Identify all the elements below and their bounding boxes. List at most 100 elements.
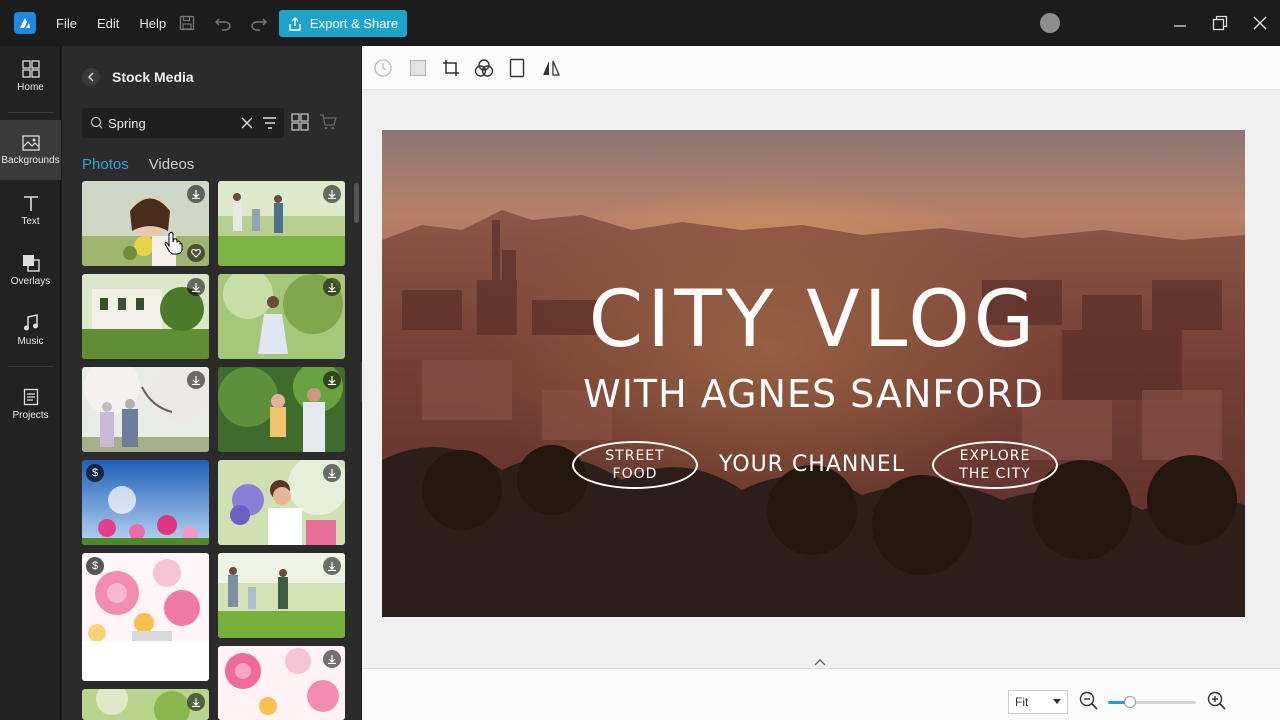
canvas-title[interactable]: CITY VLOG bbox=[382, 275, 1245, 365]
dollar-icon: $ bbox=[86, 557, 104, 575]
export-share-button[interactable]: Export & Share bbox=[279, 10, 407, 37]
stock-media-panel: Stock Media Photos Videos bbox=[62, 46, 361, 720]
backgrounds-icon bbox=[21, 134, 40, 151]
projects-icon bbox=[23, 388, 38, 405]
rail-label-text: Text bbox=[21, 215, 40, 227]
cart-icon[interactable] bbox=[319, 113, 337, 131]
background-color-icon[interactable] bbox=[407, 57, 429, 79]
close-icon[interactable] bbox=[1240, 0, 1280, 46]
save-icon[interactable] bbox=[176, 12, 198, 34]
rail-item-text[interactable]: Text bbox=[0, 180, 61, 240]
filter-icon[interactable] bbox=[262, 116, 276, 130]
duration-icon[interactable] bbox=[372, 57, 394, 79]
thumbnail[interactable] bbox=[218, 367, 345, 452]
aspect-ratio-icon[interactable] bbox=[506, 57, 528, 79]
download-icon[interactable] bbox=[323, 650, 341, 668]
tab-videos[interactable]: Videos bbox=[149, 156, 195, 173]
zoom-in-icon[interactable] bbox=[1206, 690, 1228, 712]
download-icon[interactable] bbox=[187, 693, 205, 711]
explore-city-badge[interactable]: EXPLORE THE CITY bbox=[932, 441, 1058, 489]
undo-icon[interactable] bbox=[212, 12, 234, 34]
rail-label-home: Home bbox=[17, 81, 44, 93]
thumbnail[interactable] bbox=[218, 646, 345, 720]
rail-item-overlays[interactable]: Overlays bbox=[0, 240, 61, 300]
chevron-down-icon bbox=[1053, 699, 1061, 704]
download-icon[interactable] bbox=[323, 557, 341, 575]
rail-divider bbox=[8, 366, 53, 367]
avatar[interactable] bbox=[1040, 13, 1060, 33]
home-icon bbox=[21, 59, 40, 78]
rail-item-backgrounds[interactable]: Backgrounds bbox=[0, 120, 61, 180]
download-icon[interactable] bbox=[187, 278, 205, 296]
thumbnail[interactable] bbox=[218, 181, 345, 266]
search-icon bbox=[90, 116, 103, 130]
back-button[interactable] bbox=[82, 68, 100, 86]
badge-line: STREET bbox=[605, 448, 665, 464]
filters-icon[interactable] bbox=[473, 57, 495, 79]
heart-icon[interactable] bbox=[187, 244, 205, 262]
zoom-select[interactable]: Fit bbox=[1008, 690, 1068, 714]
thumbnail[interactable] bbox=[82, 181, 209, 266]
search-box bbox=[82, 108, 284, 138]
thumbnail[interactable] bbox=[82, 689, 209, 720]
thumbnail[interactable] bbox=[218, 274, 345, 359]
thumbnail[interactable]: $ bbox=[82, 460, 209, 545]
thumbnail[interactable] bbox=[218, 553, 345, 638]
flip-icon[interactable] bbox=[540, 57, 562, 79]
street-food-badge[interactable]: STREET FOOD bbox=[572, 441, 698, 489]
clear-search-icon[interactable] bbox=[240, 116, 253, 130]
window-controls bbox=[1160, 0, 1280, 46]
menu-file[interactable]: File bbox=[56, 16, 77, 31]
menu-edit[interactable]: Edit bbox=[97, 16, 119, 31]
title-overlay[interactable]: CITY VLOG WITH AGNES SANFORD STREET FOOD … bbox=[382, 130, 1245, 617]
design-canvas[interactable]: CITY VLOG WITH AGNES SANFORD STREET FOOD … bbox=[382, 130, 1245, 617]
zoom-out-icon[interactable] bbox=[1078, 690, 1100, 712]
title-bar: File Edit Help Export & Share bbox=[0, 0, 1280, 46]
expand-timeline-button[interactable] bbox=[810, 655, 830, 669]
overlays-icon bbox=[22, 254, 40, 272]
zoom-slider[interactable] bbox=[1108, 696, 1196, 708]
download-icon[interactable] bbox=[187, 185, 205, 203]
left-rail: Home Backgrounds Text Overlays Music Pro… bbox=[0, 46, 61, 720]
panel-scrollbar[interactable] bbox=[354, 183, 359, 223]
media-tabs: Photos Videos bbox=[82, 156, 194, 173]
search-input[interactable] bbox=[108, 115, 237, 131]
menu-help[interactable]: Help bbox=[139, 16, 166, 31]
thumbnail[interactable] bbox=[218, 460, 345, 545]
text-icon bbox=[23, 195, 38, 211]
share-icon bbox=[289, 16, 301, 31]
crop-icon[interactable] bbox=[440, 57, 462, 79]
thumbnail-grid: $ $ bbox=[82, 181, 345, 720]
edit-toolbar bbox=[362, 46, 1280, 90]
editor-area: CITY VLOG WITH AGNES SANFORD STREET FOOD … bbox=[362, 46, 1280, 720]
grid-view-icon[interactable] bbox=[291, 113, 309, 131]
export-share-label: Export & Share bbox=[309, 16, 399, 31]
rail-item-music[interactable]: Music bbox=[0, 300, 61, 360]
music-icon bbox=[23, 313, 38, 330]
download-icon[interactable] bbox=[187, 371, 205, 389]
tab-photos[interactable]: Photos bbox=[82, 156, 129, 173]
download-icon[interactable] bbox=[323, 371, 341, 389]
zoom-bar: Fit bbox=[362, 668, 1280, 720]
rail-item-projects[interactable]: Projects bbox=[0, 374, 61, 434]
quick-actions bbox=[176, 12, 270, 34]
panel-header: Stock Media bbox=[82, 68, 194, 86]
canvas-subtitle[interactable]: WITH AGNES SANFORD bbox=[382, 372, 1245, 416]
rail-divider bbox=[8, 112, 53, 113]
restore-icon[interactable] bbox=[1200, 0, 1240, 46]
badge-line: THE CITY bbox=[959, 466, 1031, 482]
rail-item-home[interactable]: Home bbox=[0, 46, 61, 106]
your-channel-text[interactable]: YOUR CHANNEL bbox=[712, 452, 912, 477]
app-logo-icon bbox=[14, 12, 36, 34]
download-icon[interactable] bbox=[323, 464, 341, 482]
thumbnail[interactable] bbox=[82, 274, 209, 359]
download-icon[interactable] bbox=[323, 185, 341, 203]
thumbnail[interactable] bbox=[82, 367, 209, 452]
zoom-slider-knob[interactable] bbox=[1124, 696, 1136, 708]
download-icon[interactable] bbox=[323, 278, 341, 296]
chevron-left-icon bbox=[88, 72, 94, 82]
redo-icon[interactable] bbox=[248, 12, 270, 34]
thumbnail[interactable]: $ bbox=[82, 553, 209, 681]
app-window: File Edit Help Export & Share Home Backg… bbox=[0, 0, 1280, 720]
minimize-icon[interactable] bbox=[1160, 0, 1200, 46]
